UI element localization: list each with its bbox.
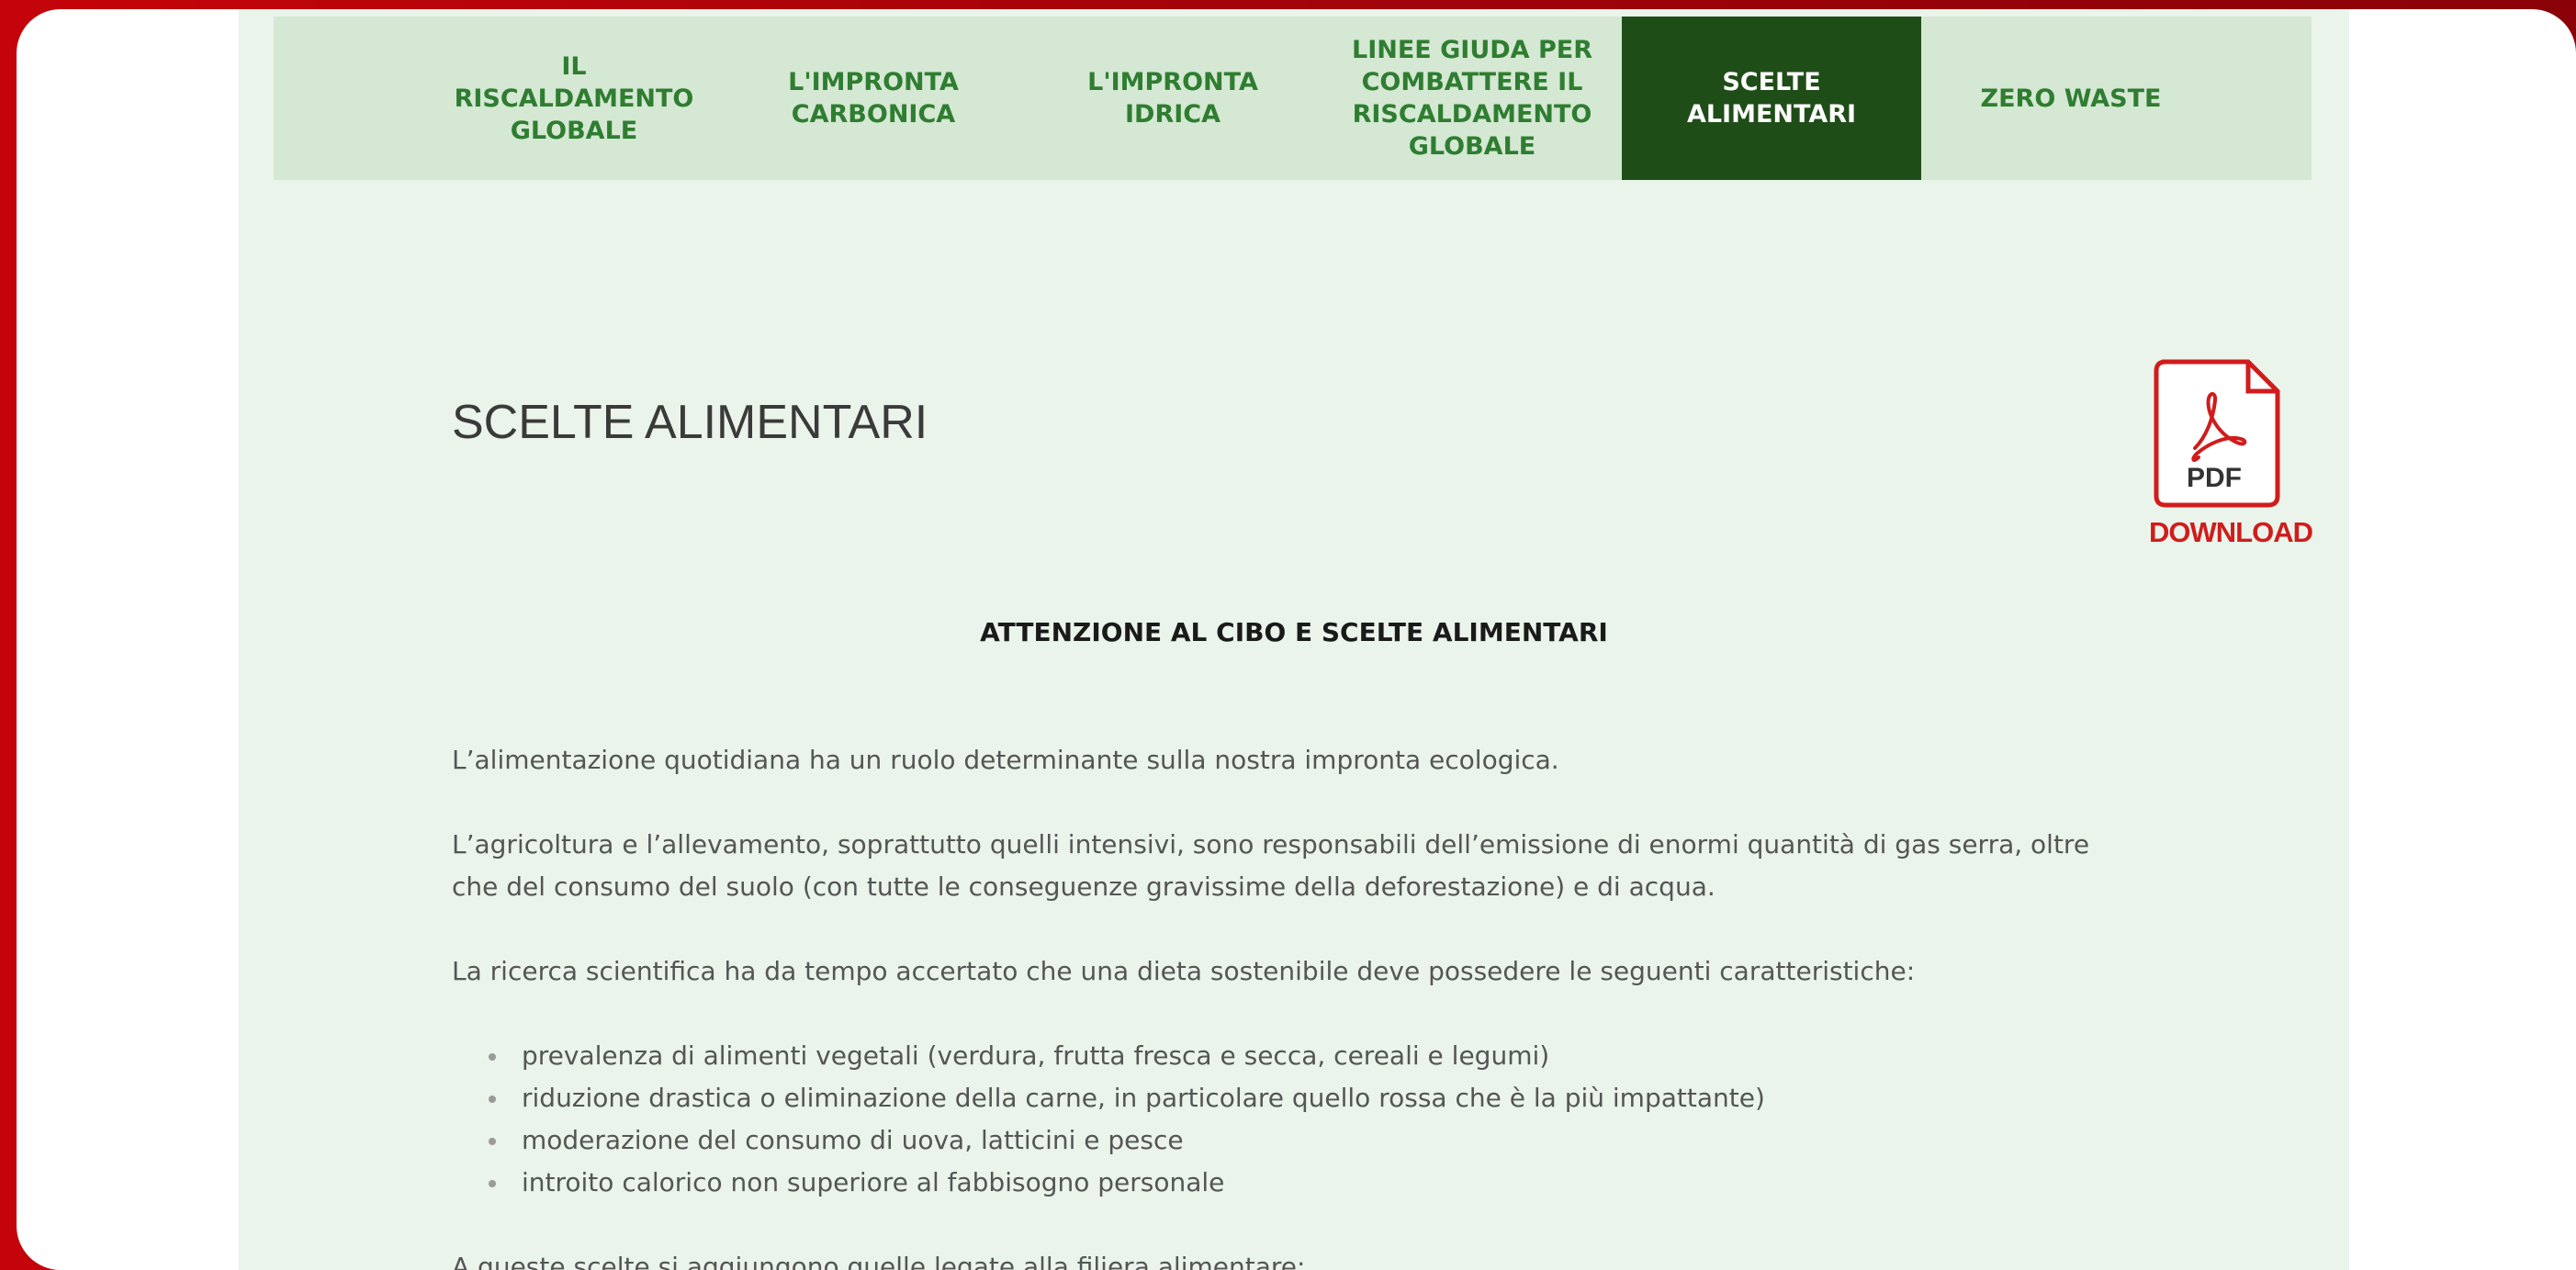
pdf-download-label: DOWNLOAD (2149, 516, 2313, 548)
paragraph: L’agricoltura e l’allevamento, soprattut… (452, 829, 2090, 902)
top-navigation: IL RISCALDAMENTO GLOBALE L'IMPRONTA CARB… (274, 17, 2312, 180)
section-heading: ATTENZIONE AL CIBO E SCELTE ALIMENTARI (980, 617, 1608, 647)
article-content: L’alimentazione quotidiana ha un ruolo d… (452, 739, 2132, 1270)
nav-item-zero-waste[interactable]: ZERO WASTE (1921, 17, 2221, 180)
diet-characteristics-list: prevalenza di alimenti vegetali (verdura… (479, 1035, 2132, 1204)
list-item: introito calorico non superiore al fabbi… (479, 1162, 2132, 1204)
nav-item-scelte-alimentari[interactable]: SCELTE ALIMENTARI (1622, 17, 1921, 180)
pdf-download-button[interactable]: PDF DOWNLOAD (2149, 358, 2313, 551)
page-container: IL RISCALDAMENTO GLOBALE L'IMPRONTA CARB… (239, 9, 2349, 1270)
browser-frame: IL RISCALDAMENTO GLOBALE L'IMPRONTA CARB… (17, 9, 2576, 1270)
nav-item-impronta-carbonica[interactable]: L'IMPRONTA CARBONICA (724, 17, 1023, 180)
nav-item-impronta-idrica[interactable]: L'IMPRONTA IDRICA (1023, 17, 1322, 180)
paragraph: L’alimentazione quotidiana ha un ruolo d… (452, 745, 1559, 775)
page-title: SCELTE ALIMENTARI (452, 396, 928, 449)
paragraph: La ricerca scientifica ha da tempo accer… (452, 956, 1916, 986)
pdf-icon-text: PDF (2187, 463, 2242, 493)
list-item: riduzione drastica o eliminazione della … (479, 1077, 2132, 1119)
nav-item-riscaldamento-globale[interactable]: IL RISCALDAMENTO GLOBALE (424, 17, 724, 180)
nav-item-linee-guida[interactable]: LINEE GIUDA PER COMBATTERE IL RISCALDAME… (1322, 17, 1622, 180)
list-item: prevalenza di alimenti vegetali (verdura… (479, 1035, 2132, 1077)
paragraph: A queste scelte si aggiungono quelle leg… (452, 1252, 1306, 1270)
list-item: moderazione del consumo di uova, lattici… (479, 1119, 2132, 1162)
